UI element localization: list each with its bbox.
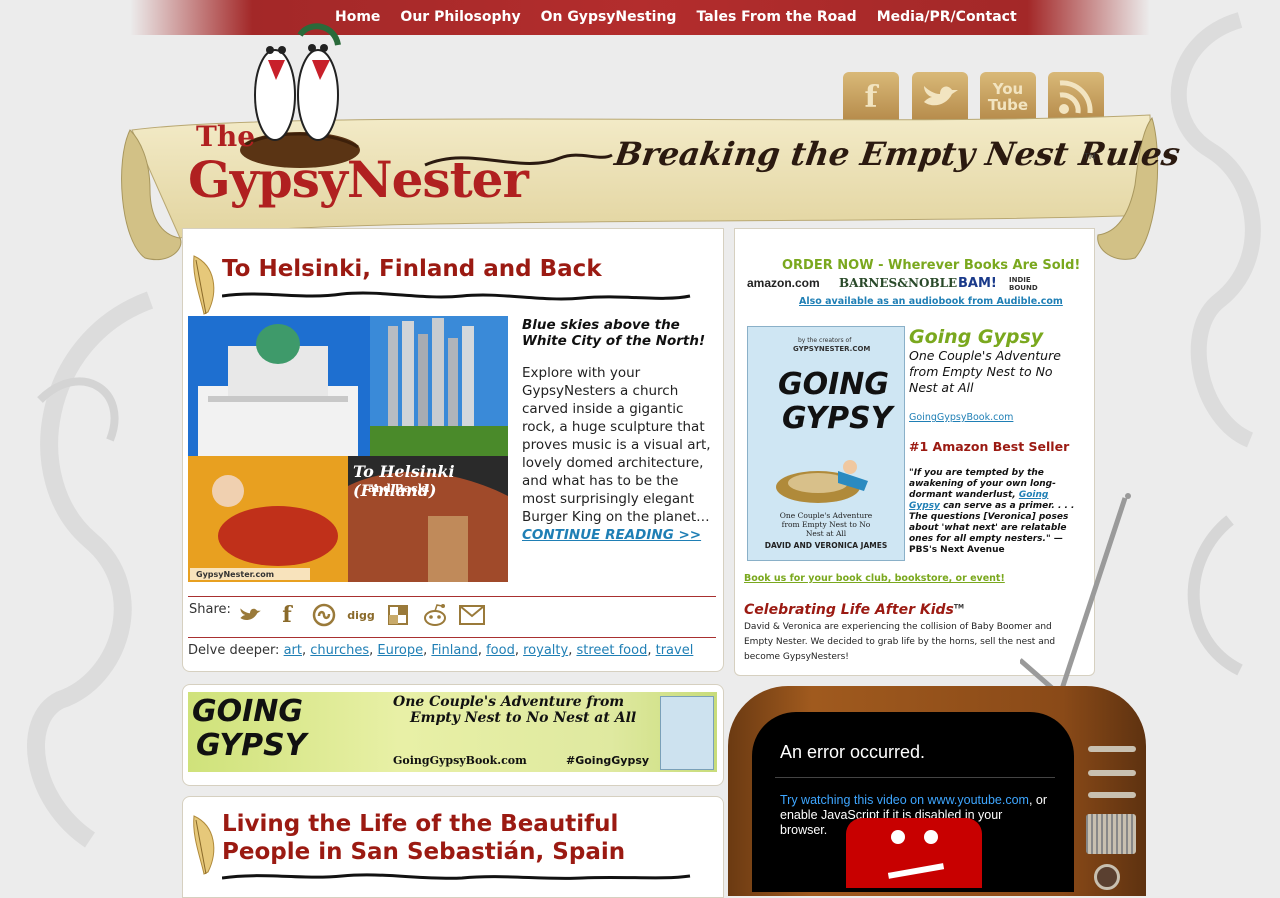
tag-europe[interactable]: Europe (377, 643, 423, 658)
tv-knob-2 (1088, 770, 1136, 776)
delve-deeper-label: Delve deeper: (188, 643, 280, 658)
order-now-heading: ORDER NOW - Wherever Books Are Sold! (782, 258, 1081, 273)
error-face-mouth (887, 863, 945, 879)
quill-icon-2 (193, 815, 215, 875)
nav-media-pr-contact[interactable]: Media/PR/Contact (877, 9, 1017, 25)
celebrate-heading: Celebrating Life After KidsTM (744, 602, 964, 618)
post-title-helsinki[interactable]: To Helsinki, Finland and Back (222, 256, 602, 282)
ad-logo-2: GYPSY (196, 728, 307, 763)
ad-site: GoingGypsyBook.com (393, 754, 527, 767)
cover-top-text: by the creators of (798, 337, 852, 344)
post-lead: Blue skies above the White City of the N… (522, 317, 706, 349)
cover-site-text: GYPSYNESTER.COM (793, 345, 871, 353)
digg-share-icon[interactable]: digg (346, 600, 376, 630)
tag-street-food[interactable]: street food (576, 643, 647, 658)
cover-subtitle: One Couple's Adventure from Empty Nest t… (779, 511, 873, 538)
ad-hashtag: #GoingGypsy (566, 754, 650, 767)
audible-link[interactable]: Also available as an audiobook from Audi… (799, 296, 1063, 307)
ad-logo-1: GOING (192, 694, 304, 729)
post-collage-image[interactable]: To Helsinki (Finland) and Back! GypsyNes… (188, 316, 508, 582)
tv-knob-1 (1088, 746, 1136, 752)
book-quote: "If you are tempted by the awakening of … (909, 468, 1079, 556)
continue-reading-link[interactable]: CONTINUE READING >> (522, 527, 701, 543)
bam-link[interactable]: BAM! (958, 276, 997, 291)
tag-royalty[interactable]: royalty (523, 643, 568, 658)
tag-list: Delve deeper: art, churches, Europe, Fin… (188, 643, 694, 658)
nav-on-gypsynesting[interactable]: On GypsyNesting (541, 9, 677, 25)
facebook-icon[interactable]: f (843, 72, 899, 122)
ad-book-cover (660, 696, 714, 770)
tv-knob-3 (1088, 792, 1136, 798)
tag-travel[interactable]: travel (656, 643, 694, 658)
twitter-share-icon[interactable] (235, 600, 265, 630)
stumbleupon-share-icon[interactable] (309, 600, 339, 630)
cover-nest-illustration (776, 460, 868, 503)
collage-watermark: GypsyNester.com (196, 570, 275, 579)
site-logo[interactable]: GypsyNester (188, 150, 529, 209)
video-error-face-icon (846, 818, 982, 888)
amazon-link[interactable]: amazon.com (747, 276, 820, 290)
facebook-share-icon[interactable]: f (272, 600, 302, 630)
video-error-title: An error occurred. (780, 742, 926, 762)
about-text: David & Veronica are experiencing the co… (744, 622, 1056, 662)
celebrate-text: Celebrating Life After Kids (744, 602, 954, 618)
post-excerpt: Explore with your GypsyNesters a church … (522, 364, 716, 544)
cover-title-1: GOING (778, 367, 890, 402)
tv-speaker-grille (1086, 814, 1136, 854)
tag-food[interactable]: food (486, 643, 515, 658)
site-tagline: Breaking the Empty Nest Rules (612, 135, 1183, 173)
error-face-eye-right (924, 830, 938, 844)
book-title: Going Gypsy (909, 326, 1044, 348)
cover-title-2: GYPSY (782, 401, 893, 436)
reddit-share-icon[interactable] (420, 600, 450, 630)
celebrate-tm: TM (953, 603, 964, 611)
book-subtitle: One Couple's Adventure from Empty Nest t… (909, 348, 1061, 395)
indiebound-link[interactable]: INDIE BOUND (1009, 276, 1049, 292)
watch-on-youtube-link[interactable]: Try watching this video on www.youtube.c… (780, 793, 1029, 807)
youtube-icon-text-2: Tube (987, 96, 1029, 114)
rss-icon[interactable] (1048, 72, 1104, 122)
nav-home[interactable]: Home (335, 9, 380, 25)
nav-tales-from-the-road[interactable]: Tales From the Road (696, 9, 856, 25)
book-us-link[interactable]: Book us for your book club, bookstore, o… (744, 573, 1005, 584)
post-title-san-sebastian[interactable]: Living the Life of the Beautiful People … (222, 810, 712, 866)
book-site-link[interactable]: GoingGypsyBook.com (909, 412, 1013, 423)
share-divider-top (188, 596, 716, 597)
tv-dial (1094, 864, 1120, 890)
twitter-icon[interactable] (912, 72, 968, 122)
logo-the: The (196, 120, 256, 153)
ad-headline-1: One Couple's Adventure from (393, 694, 625, 710)
delicious-share-icon[interactable] (383, 600, 413, 630)
youtube-icon-text-1: You (992, 80, 1024, 98)
book-cover-image[interactable]: by the creators of GYPSYNESTER.COM GOING… (747, 326, 905, 561)
tag-churches[interactable]: churches (310, 643, 369, 658)
collage-caption-2: and Back! (368, 482, 431, 495)
video-error-divider (775, 777, 1055, 778)
ad-headline-2: Empty Nest to No Nest at All (410, 710, 637, 726)
barnes-noble-link[interactable]: BARNES&NOBLE (839, 276, 957, 290)
error-face-eye-left (891, 830, 905, 844)
tagline-trademark: TM (1084, 152, 1096, 161)
cover-authors: DAVID AND VERONICA JAMES (764, 541, 888, 550)
post-excerpt-text: Explore with your GypsyNesters a church … (522, 365, 711, 525)
going-gypsy-ad-banner[interactable]: GOING GYPSY One Couple's Adventure from … (188, 692, 717, 772)
share-divider-bottom (188, 637, 716, 638)
tag-finland[interactable]: Finland (431, 643, 477, 658)
email-share-icon[interactable] (457, 600, 487, 630)
share-label: Share: (189, 602, 231, 617)
tag-art[interactable]: art (284, 643, 302, 658)
youtube-icon[interactable]: You Tube (980, 72, 1036, 122)
background-swirl-right (1170, 12, 1261, 676)
main-nav: Home Our Philosophy On GypsyNesting Tale… (335, 0, 1017, 33)
nav-our-philosophy[interactable]: Our Philosophy (400, 9, 520, 25)
title-underline-squiggle-2 (222, 873, 691, 880)
title-underline-squiggle (222, 291, 691, 301)
quill-icon (193, 255, 215, 315)
best-seller-label: #1 Amazon Best Seller (909, 439, 1070, 454)
background-swirl-left (27, 291, 154, 848)
